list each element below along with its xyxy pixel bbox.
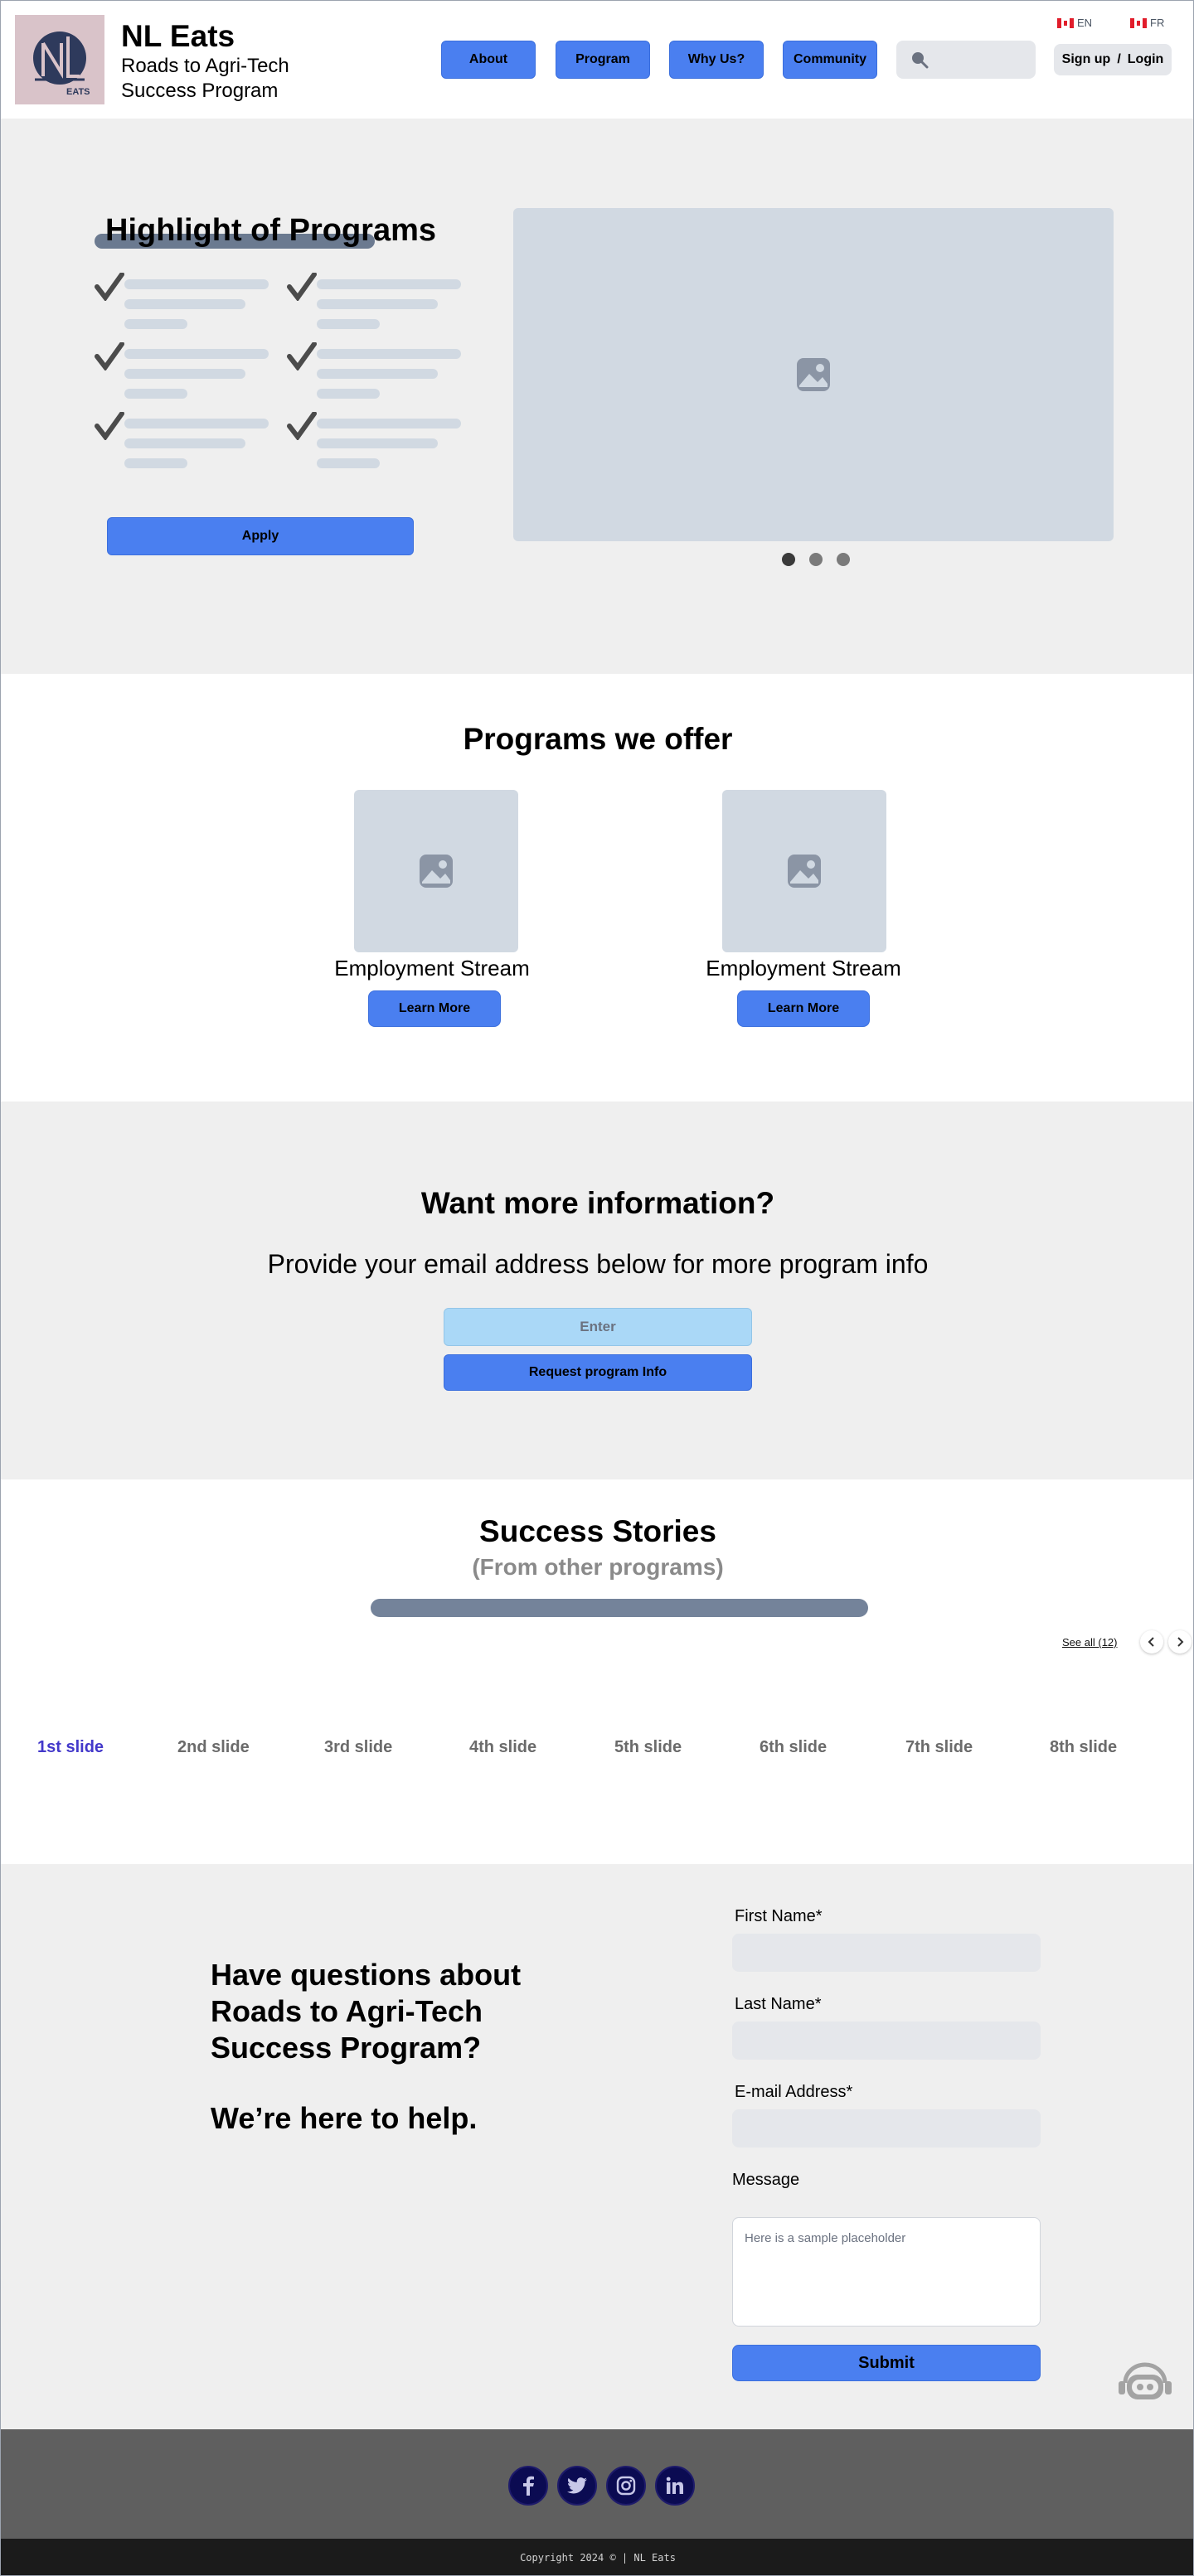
highlight-title: Highlight of Programs [105, 213, 436, 248]
logo-icon: EATS [33, 31, 90, 97]
stories-progress-bar [371, 1599, 868, 1617]
contact-heading: Have questions about Roads to Agri-Tech … [211, 1958, 522, 2065]
linkedin-icon[interactable] [655, 2466, 695, 2506]
program-card-label: Employment Stream [334, 956, 530, 981]
highlight-section: Highlight of Programs Apply [1, 119, 1193, 674]
chevron-left-icon [1148, 1637, 1154, 1647]
checkmark-icon [287, 273, 317, 301]
brand-subtitle: Roads to Agri-Tech Success Program [121, 55, 289, 102]
carousel-image[interactable] [513, 208, 1114, 541]
brand-title: NL Eats [121, 19, 235, 53]
highlight-check-item [287, 342, 469, 400]
highlight-check-item [95, 273, 277, 331]
copyright-bar: Copyright 2024 © | NL Eats [1, 2539, 1193, 2575]
info-subtitle: Provide your email address below for mor… [267, 1249, 929, 1279]
slide-tab[interactable]: 2nd slide [177, 1738, 250, 1757]
program-card-image[interactable] [722, 790, 886, 952]
twitter-icon[interactable] [557, 2466, 597, 2506]
info-title: Want more information? [420, 1186, 775, 1220]
highlight-check-item [287, 412, 469, 470]
logo-subtext: EATS [66, 87, 90, 97]
search-input[interactable] [896, 41, 1036, 79]
image-placeholder-icon [420, 855, 453, 888]
chevron-right-icon [1177, 1637, 1184, 1647]
request-info-button[interactable]: Request program Info [444, 1354, 752, 1391]
auth-separator: / [1117, 52, 1121, 66]
nav-why-us-button[interactable]: Why Us? [669, 41, 764, 79]
programs-section: Programs we offer Employment Stream Lear… [1, 674, 1193, 1102]
slide-tab[interactable]: 4th slide [469, 1738, 536, 1757]
image-placeholder-icon [797, 358, 830, 391]
prev-slide-button[interactable] [1140, 1630, 1163, 1654]
highlight-check-item [95, 412, 277, 470]
login-link[interactable]: Login [1128, 52, 1164, 67]
carousel-dot-2[interactable] [809, 553, 823, 566]
lang-fr[interactable]: FR [1130, 17, 1164, 29]
first-name-label: First Name* [735, 1907, 823, 1925]
next-slide-button[interactable] [1168, 1630, 1192, 1654]
program-card-image[interactable] [354, 790, 518, 952]
nav-program-button[interactable]: Program [556, 41, 650, 79]
canada-flag-icon [1130, 17, 1147, 28]
slide-tab[interactable]: 1st slide [37, 1738, 104, 1757]
email-input[interactable] [444, 1308, 752, 1346]
message-field[interactable] [732, 2217, 1041, 2327]
carousel-dot-3[interactable] [837, 553, 850, 566]
success-stories-section: Success Stories (From other programs) Se… [1, 1479, 1193, 1864]
lang-fr-label: FR [1150, 17, 1165, 29]
programs-title: Programs we offer [463, 722, 733, 756]
copyright-text: Copyright 2024 © | NL Eats [520, 2552, 676, 2564]
lang-en[interactable]: EN [1057, 17, 1092, 29]
see-all-link[interactable]: See all (12) [1062, 1636, 1117, 1649]
slide-tab[interactable]: 8th slide [1050, 1738, 1117, 1757]
chatbot-icon[interactable] [1115, 2358, 1175, 2404]
nav-community-button[interactable]: Community [783, 41, 877, 79]
stories-subtitle: (From other programs) [472, 1554, 724, 1580]
slide-tab[interactable]: 3rd slide [324, 1738, 392, 1757]
slide-tab[interactable]: 7th slide [905, 1738, 973, 1757]
learn-more-button[interactable]: Learn More [368, 990, 501, 1027]
site-header: EATS NL Eats Roads to Agri-Tech Success … [1, 1, 1193, 119]
page: EATS NL Eats Roads to Agri-Tech Success … [0, 0, 1194, 2576]
checkmark-icon [95, 342, 124, 370]
stories-title: Success Stories [479, 1514, 716, 1548]
checkmark-icon [287, 412, 317, 440]
checkmark-icon [95, 412, 124, 440]
facebook-icon[interactable] [508, 2466, 548, 2506]
email-label: E-mail Address* [735, 2083, 853, 2101]
slide-tab[interactable]: 6th slide [760, 1738, 827, 1757]
lang-en-label: EN [1077, 17, 1093, 29]
email-field[interactable] [732, 2109, 1041, 2147]
message-label: Message [732, 2171, 800, 2189]
checkmark-icon [95, 273, 124, 301]
highlight-check-item [95, 342, 277, 400]
contact-help-text: We’re here to help. [211, 2101, 478, 2135]
apply-button[interactable]: Apply [107, 517, 414, 555]
footer [1, 2429, 1193, 2539]
contact-section: Have questions about Roads to Agri-Tech … [1, 1864, 1193, 2429]
image-placeholder-icon [788, 855, 821, 888]
program-card-label: Employment Stream [706, 956, 901, 981]
learn-more-button[interactable]: Learn More [737, 990, 870, 1027]
slide-tab[interactable]: 5th slide [614, 1738, 682, 1757]
checkmark-icon [287, 342, 317, 370]
logo[interactable]: EATS [15, 15, 104, 104]
submit-button[interactable]: Submit [732, 2345, 1041, 2381]
canada-flag-icon [1057, 17, 1074, 28]
instagram-icon[interactable] [606, 2466, 646, 2506]
first-name-field[interactable] [732, 1934, 1041, 1972]
signup-link[interactable]: Sign up [1062, 52, 1111, 67]
more-info-section: Want more information? Provide your emai… [1, 1102, 1193, 1479]
signup-login-button[interactable]: Sign up / Login [1054, 44, 1172, 75]
last-name-label: Last Name* [735, 1995, 822, 2013]
highlight-check-item [287, 273, 469, 331]
last-name-field[interactable] [732, 2022, 1041, 2060]
carousel-dot-1[interactable] [782, 553, 795, 566]
search-icon [912, 52, 929, 69]
nav-about-button[interactable]: About [441, 41, 536, 79]
